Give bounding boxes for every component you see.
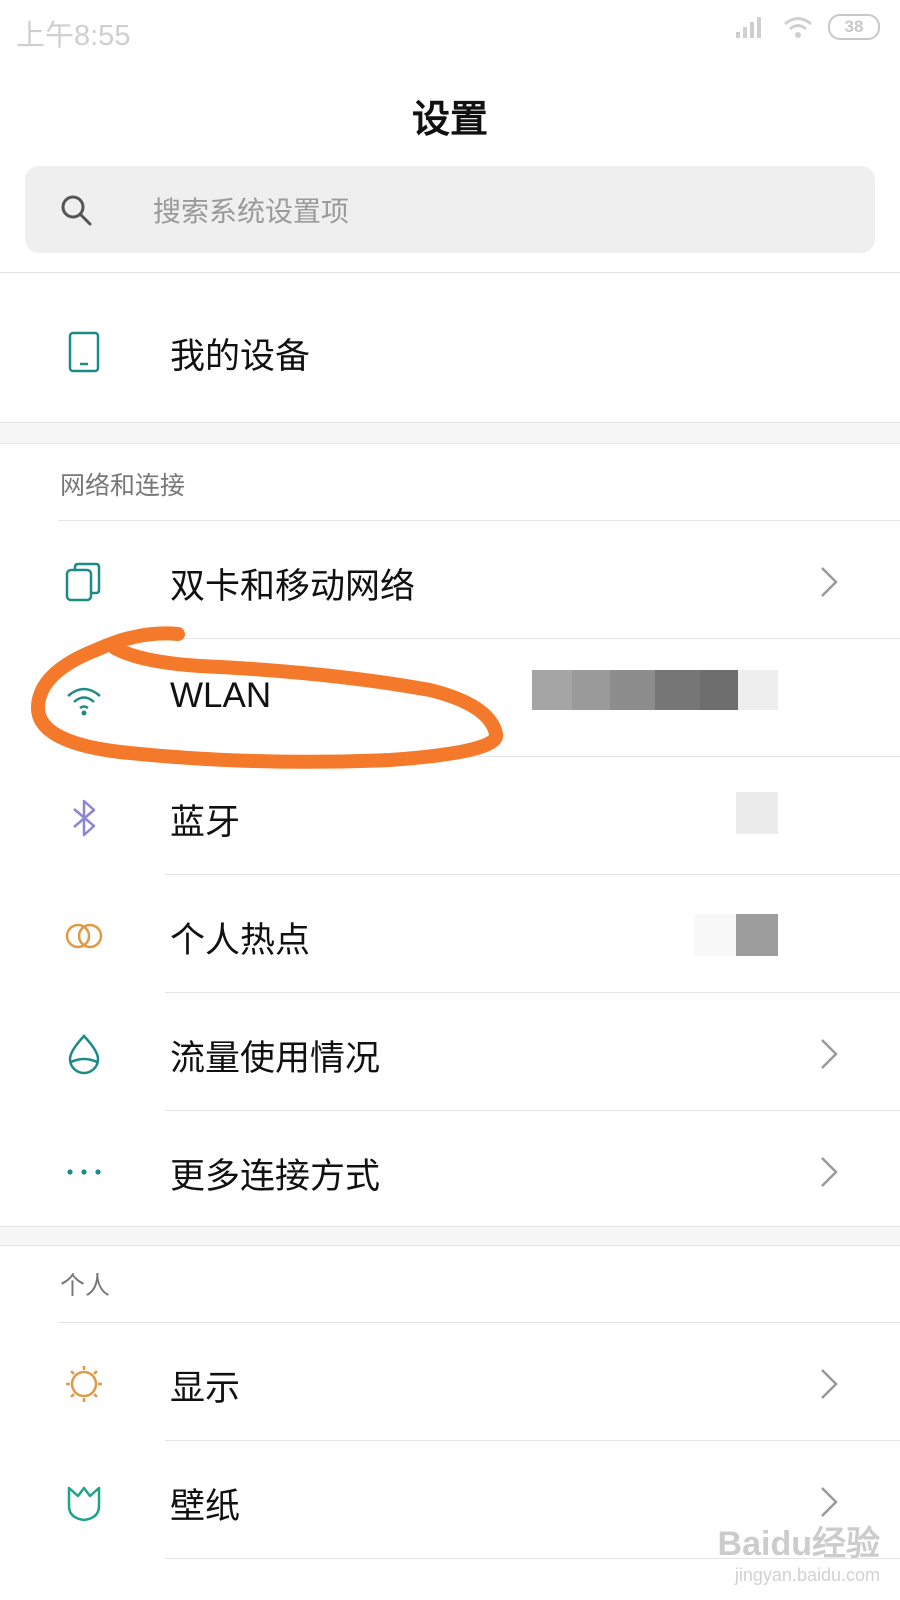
phone-icon [68, 331, 100, 373]
chevron-right-icon [821, 567, 838, 597]
divider [165, 992, 900, 993]
section-gap [0, 1226, 900, 1246]
divider [0, 272, 900, 273]
wifi-status-icon [784, 17, 812, 38]
section-title-network: 网络和连接 [60, 471, 186, 500]
divider [165, 1440, 900, 1441]
wallpaper-icon [67, 1486, 101, 1522]
chevron-right-icon [821, 1487, 838, 1517]
chevron-right-icon [821, 1157, 838, 1187]
search-placeholder: 搜索系统设置项 [153, 195, 350, 228]
wifi-icon [67, 687, 101, 716]
chevron-right-icon [821, 1369, 838, 1399]
brightness-icon [66, 1366, 102, 1402]
data-usage-label: 流量使用情况 [170, 1039, 381, 1079]
watermark-url: jingyan.baidu.com [734, 1565, 880, 1585]
data-usage-item[interactable]: 流量使用情况 [0, 994, 900, 1112]
more-dots-icon [67, 1169, 101, 1175]
status-time: 上午8:55 [16, 20, 131, 52]
more-connections-label: 更多连接方式 [170, 1157, 381, 1197]
signal-icon [736, 17, 761, 38]
search-input[interactable]: 搜索系统设置项 [25, 166, 875, 253]
divider [58, 520, 900, 521]
bluetooth-label: 蓝牙 [170, 803, 241, 843]
watermark-brand: Baidu经验 [717, 1525, 880, 1563]
more-connections-item[interactable]: 更多连接方式 [0, 1112, 900, 1230]
sim-cards-icon [65, 562, 101, 602]
divider [165, 1110, 900, 1111]
divider [165, 874, 900, 875]
hotspot-label: 个人热点 [170, 921, 311, 961]
my-device-item[interactable]: 我的设备 [0, 292, 900, 410]
search-icon [61, 195, 92, 226]
sim-and-mobile-network-item[interactable]: 双卡和移动网络 [0, 522, 900, 640]
bluetooth-toggle-redacted[interactable] [736, 792, 778, 834]
chevron-right-icon [821, 1039, 838, 1069]
wallpaper-label: 壁纸 [170, 1487, 241, 1527]
battery-indicator: 38 [828, 14, 880, 40]
page-title: 设置 [411, 97, 488, 141]
wlan-status-redacted [532, 670, 778, 710]
watermark-logo: Baidu经验 jingyan.baidu.com [718, 1516, 880, 1586]
hotspot-toggle-redacted[interactable] [694, 914, 778, 956]
sim-label: 双卡和移动网络 [170, 567, 416, 607]
my-device-label: 我的设备 [170, 337, 311, 377]
hotspot-icon [65, 923, 103, 949]
wlan-label: WLAN [170, 676, 272, 715]
hotspot-item[interactable]: 个人热点 [0, 876, 900, 994]
display-item[interactable]: 显示 [0, 1324, 900, 1442]
section-gap [0, 422, 900, 444]
divider [165, 756, 900, 757]
display-label: 显示 [170, 1369, 241, 1409]
bluetooth-icon [73, 799, 96, 837]
status-bar: 上午8:55 38 [0, 0, 900, 62]
data-usage-icon [68, 1034, 100, 1075]
wlan-item[interactable]: WLAN [0, 640, 900, 758]
section-title-personal: 个人 [60, 1271, 111, 1300]
bluetooth-item[interactable]: 蓝牙 [0, 758, 900, 876]
divider [58, 1322, 900, 1323]
divider [165, 638, 900, 639]
